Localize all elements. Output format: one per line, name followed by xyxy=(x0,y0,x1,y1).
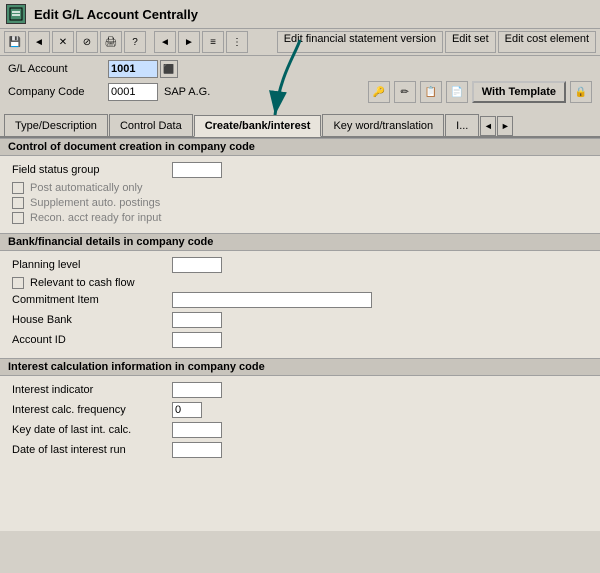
post-automatically-label: Post automatically only xyxy=(30,182,143,194)
account-id-label: Account ID xyxy=(12,334,172,346)
company-code-input[interactable] xyxy=(108,83,158,101)
cash-flow-label: Relevant to cash flow xyxy=(30,277,135,289)
interest-freq-row: Interest calc. frequency xyxy=(12,402,588,418)
help-btn[interactable]: ? xyxy=(124,31,146,53)
tab-create-bank-interest[interactable]: Create/bank/interest xyxy=(194,115,322,137)
edit-icon-btn[interactable]: ✏ xyxy=(394,81,416,103)
section-interest-calc-content: Interest indicator Interest calc. freque… xyxy=(0,376,600,468)
commitment-item-label: Commitment Item xyxy=(12,294,172,306)
lock-icon-btn[interactable]: 🔒 xyxy=(570,81,592,103)
company-code-row: Company Code SAP A.G. 🔑 ✏ 📋 📄 With Templ… xyxy=(8,81,592,103)
interest-indicator-label: Interest indicator xyxy=(12,384,172,396)
tab-scroll-left[interactable]: ◄ xyxy=(480,116,496,136)
app-icon xyxy=(6,4,26,24)
field-status-group-input[interactable] xyxy=(172,162,222,178)
interest-freq-label: Interest calc. frequency xyxy=(12,404,172,416)
company-code-name: SAP A.G. xyxy=(164,86,210,98)
edit-financial-btn[interactable]: Edit financial statement version xyxy=(277,31,443,53)
gl-account-label: G/L Account xyxy=(8,63,108,75)
account-id-input[interactable] xyxy=(172,332,222,348)
last-interest-run-input[interactable] xyxy=(172,442,222,458)
toolbar-row1: 💾 ◄ ✕ ⊘ 🖨 ? ◄ ► ≡ ⋮ Edit financial state… xyxy=(0,29,600,56)
doc-icon-btn[interactable]: 📄 xyxy=(446,81,468,103)
list-btn[interactable]: ≡ xyxy=(202,31,224,53)
exit-btn[interactable]: ✕ xyxy=(52,31,74,53)
save-btn[interactable]: 💾 xyxy=(4,31,26,53)
planning-level-row: Planning level xyxy=(12,257,588,273)
section-interest-calc-header: Interest calculation information in comp… xyxy=(0,358,600,376)
main-content: Control of document creation in company … xyxy=(0,138,600,531)
prev-btn[interactable]: ◄ xyxy=(154,31,176,53)
tab-keyword-translation[interactable]: Key word/translation xyxy=(322,114,444,136)
key-date-row: Key date of last int. calc. xyxy=(12,422,588,438)
print-btn[interactable]: 🖨 xyxy=(100,31,122,53)
commitment-item-row: Commitment Item xyxy=(12,292,588,308)
commitment-item-input[interactable] xyxy=(172,292,372,308)
page-title: Edit G/L Account Centrally xyxy=(34,7,198,22)
key-date-label: Key date of last int. calc. xyxy=(12,424,172,436)
section-doc-creation: Control of document creation in company … xyxy=(0,138,600,233)
post-automatically-row: Post automatically only xyxy=(12,182,588,194)
recon-acct-row: Recon. acct ready for input xyxy=(12,212,588,224)
planning-level-input[interactable] xyxy=(172,257,222,273)
title-bar: Edit G/L Account Centrally xyxy=(0,0,600,29)
recon-acct-label: Recon. acct ready for input xyxy=(30,212,161,224)
company-code-label: Company Code xyxy=(8,86,108,98)
cancel-btn[interactable]: ⊘ xyxy=(76,31,98,53)
tab-type-description[interactable]: Type/Description xyxy=(4,114,108,136)
interest-freq-input[interactable] xyxy=(172,402,202,418)
gl-account-row: G/L Account ⬛ xyxy=(8,60,592,78)
recon-acct-checkbox xyxy=(12,212,24,224)
section-interest-calc: Interest calculation information in comp… xyxy=(0,358,600,468)
section-bank-financial-header: Bank/financial details in company code xyxy=(0,233,600,251)
edit-set-btn[interactable]: Edit set xyxy=(445,31,496,53)
tabs-area: Type/Description Control Data Create/ban… xyxy=(0,110,600,138)
supplement-auto-label: Supplement auto. postings xyxy=(30,197,160,209)
supplement-auto-row: Supplement auto. postings xyxy=(12,197,588,209)
tab-scroll-right[interactable]: ► xyxy=(497,116,513,136)
house-bank-input[interactable] xyxy=(172,312,222,328)
tab-i[interactable]: I... xyxy=(445,114,479,136)
last-interest-run-row: Date of last interest run xyxy=(12,442,588,458)
header-fields: G/L Account ⬛ Company Code SAP A.G. 🔑 ✏ … xyxy=(0,56,600,110)
house-bank-label: House Bank xyxy=(12,314,172,326)
planning-level-label: Planning level xyxy=(12,259,172,271)
back-btn[interactable]: ◄ xyxy=(28,31,50,53)
edit-cost-btn[interactable]: Edit cost element xyxy=(498,31,596,53)
cash-flow-row: Relevant to cash flow xyxy=(12,277,588,289)
field-status-group-label: Field status group xyxy=(12,164,172,176)
with-template-button[interactable]: With Template xyxy=(472,81,566,103)
copy-icon-btn[interactable]: 📋 xyxy=(420,81,442,103)
section-bank-financial-content: Planning level Relevant to cash flow Com… xyxy=(0,251,600,358)
tab-control-data[interactable]: Control Data xyxy=(109,114,193,136)
key-date-input[interactable] xyxy=(172,422,222,438)
section-doc-creation-header: Control of document creation in company … xyxy=(0,138,600,156)
field-status-group-row: Field status group xyxy=(12,162,588,178)
house-bank-row: House Bank xyxy=(12,312,588,328)
section-doc-creation-content: Field status group Post automatically on… xyxy=(0,156,600,233)
last-interest-run-label: Date of last interest run xyxy=(12,444,172,456)
next-btn[interactable]: ► xyxy=(178,31,200,53)
post-automatically-checkbox xyxy=(12,182,24,194)
interest-indicator-input[interactable] xyxy=(172,382,222,398)
gl-account-input[interactable] xyxy=(108,60,158,78)
gl-account-search-btn[interactable]: ⬛ xyxy=(160,60,178,78)
interest-indicator-row: Interest indicator xyxy=(12,382,588,398)
key-icon-btn[interactable]: 🔑 xyxy=(368,81,390,103)
account-id-row: Account ID xyxy=(12,332,588,348)
cash-flow-checkbox xyxy=(12,277,24,289)
section-bank-financial: Bank/financial details in company code P… xyxy=(0,233,600,358)
supplement-auto-checkbox xyxy=(12,197,24,209)
more-btn[interactable]: ⋮ xyxy=(226,31,248,53)
